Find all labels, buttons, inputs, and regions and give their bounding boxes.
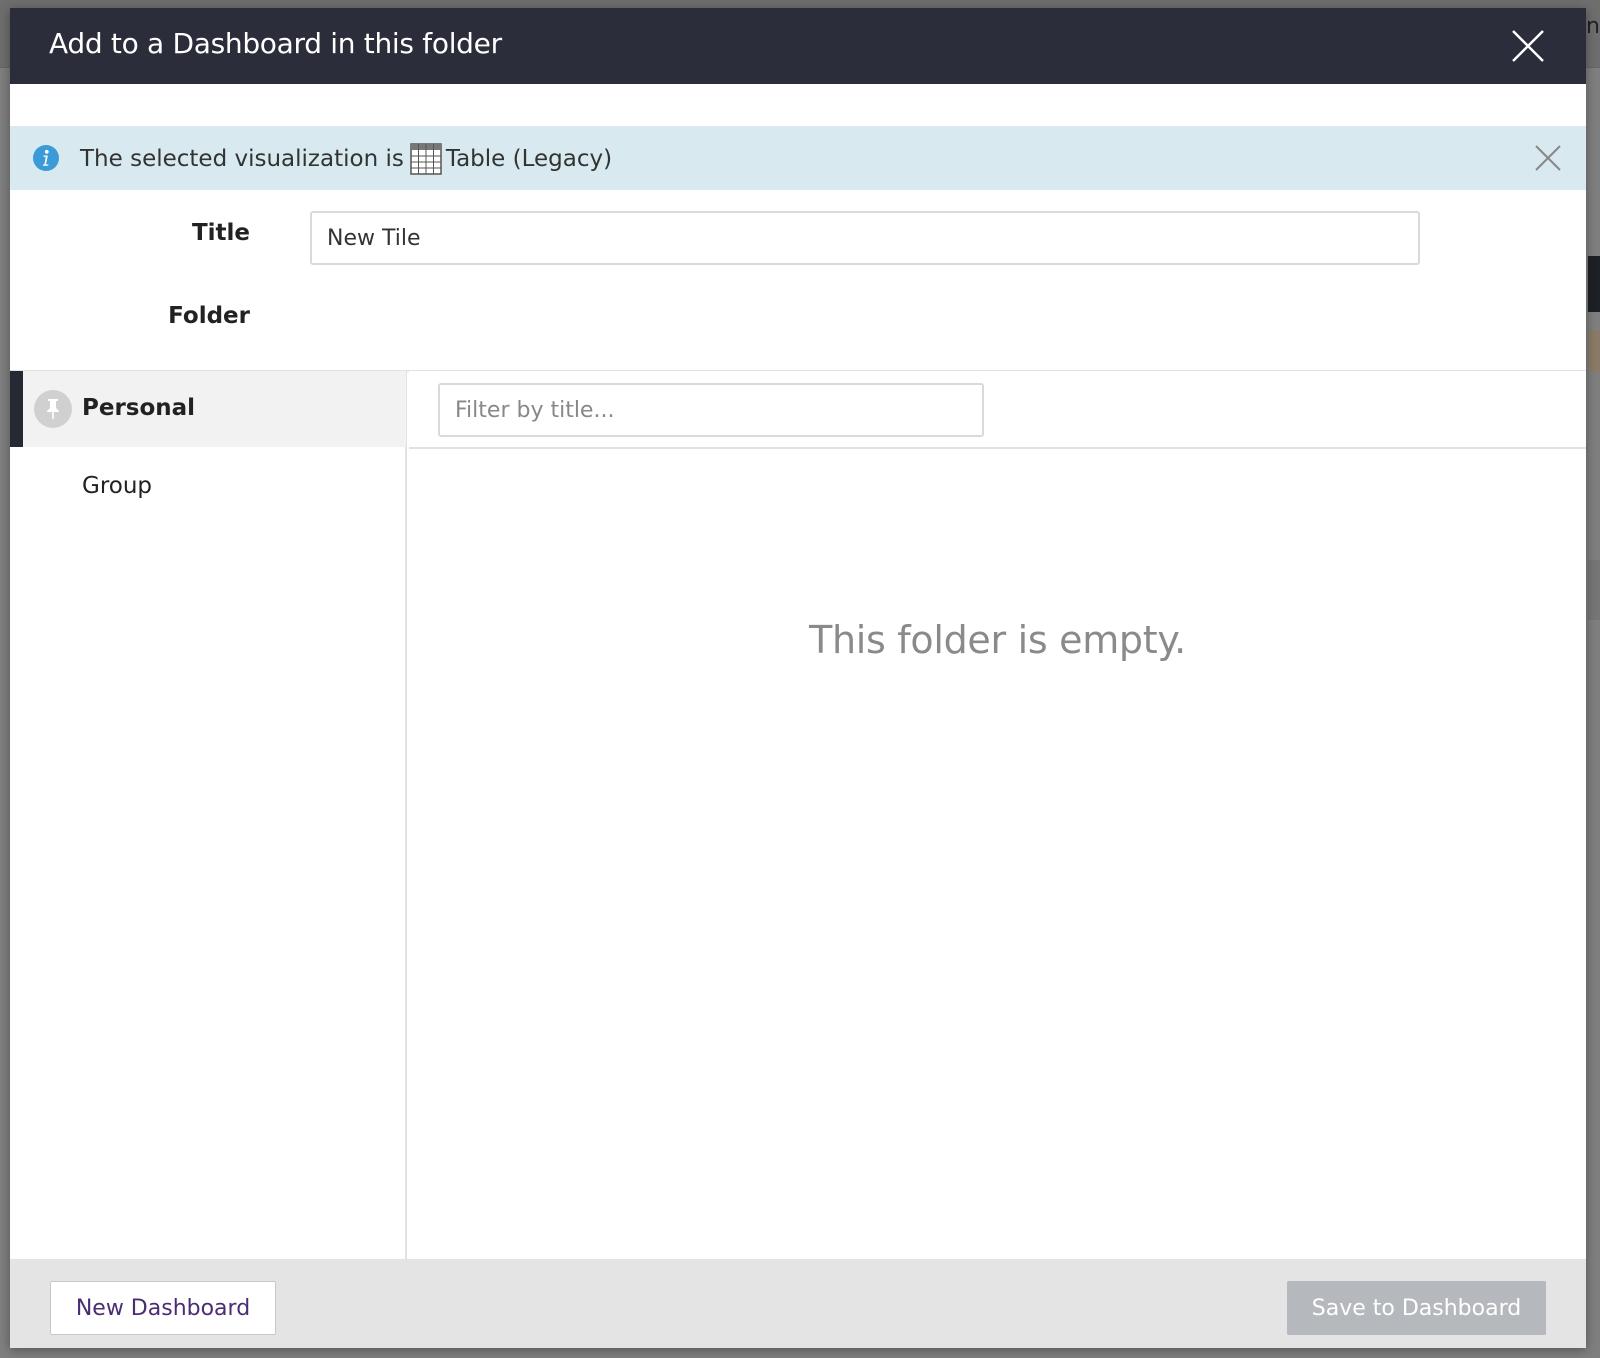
modal-footer: New Dashboard Save to Dashboard [10, 1259, 1586, 1348]
folder-item-label: Personal [82, 395, 196, 421]
modal-header: Add to a Dashboard in this folder [10, 8, 1586, 84]
new-dashboard-button[interactable]: New Dashboard [50, 1281, 276, 1335]
empty-folder-message: This folder is empty. [809, 618, 1186, 662]
background-strip [1588, 256, 1600, 312]
filter-input[interactable] [438, 383, 984, 437]
close-icon[interactable] [1534, 144, 1562, 172]
background-strip [1588, 560, 1600, 620]
pin-icon [34, 390, 72, 428]
folder-label: Folder [168, 303, 250, 329]
visualization-name: Table (Legacy) [445, 146, 613, 172]
info-banner: The selected visualization is Table (Leg… [10, 126, 1586, 190]
background-edge-text: n [1586, 14, 1600, 39]
folder-item-group[interactable]: Group [10, 449, 406, 525]
filter-bar [409, 371, 1586, 449]
title-label: Title [191, 220, 250, 246]
info-text-prefix: The selected visualization is [80, 146, 404, 172]
background-strip [1588, 330, 1600, 372]
title-input[interactable] [310, 211, 1420, 265]
save-to-dashboard-button[interactable]: Save to Dashboard [1287, 1281, 1546, 1335]
folder-item-personal[interactable]: Personal [10, 371, 406, 447]
close-icon[interactable] [1510, 28, 1546, 64]
folder-item-label: Group [82, 473, 153, 499]
modal-title: Add to a Dashboard in this folder [49, 27, 502, 60]
table-icon [410, 143, 442, 175]
info-text: The selected visualization is Table (Leg… [80, 143, 612, 175]
active-indicator [10, 371, 23, 447]
add-to-dashboard-modal: Add to a Dashboard in this folder The se… [10, 8, 1586, 1348]
folder-sidebar: Personal Group [10, 371, 407, 1259]
info-icon [32, 144, 60, 172]
